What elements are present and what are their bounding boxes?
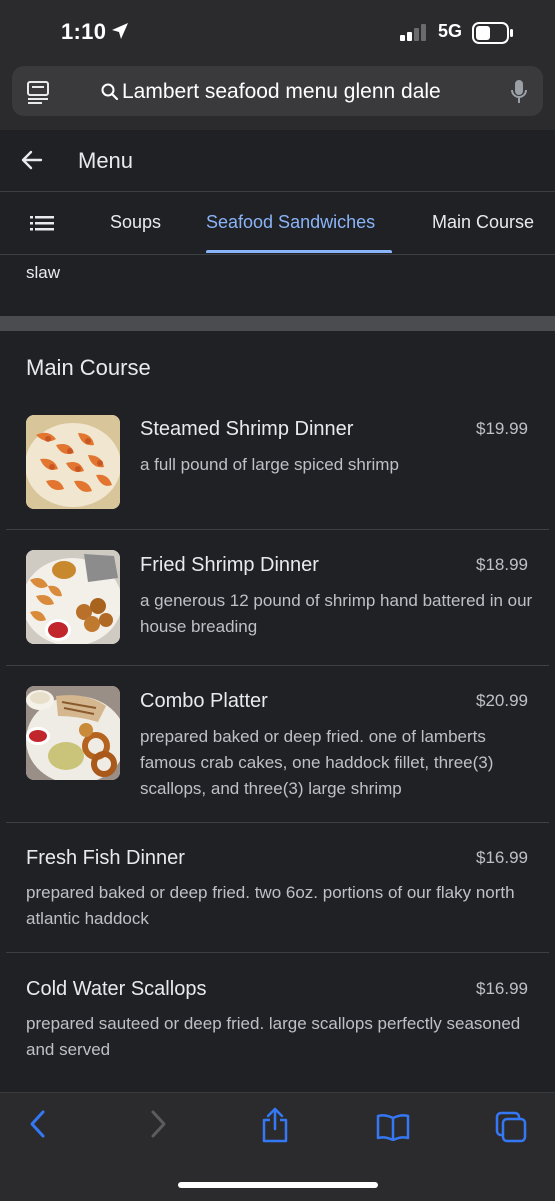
network-label: 5G (438, 21, 463, 41)
item-name: Fresh Fish Dinner (26, 847, 185, 869)
url-text[interactable]: Lambert seafood menu glenn dale (122, 80, 441, 104)
browser-forward-icon[interactable] (148, 1109, 168, 1139)
browser-back-icon[interactable] (28, 1109, 48, 1139)
item-description: prepared sauteed or deep fried. large sc… (26, 1014, 521, 1059)
status-bar: 1:10 5G (0, 0, 555, 62)
item-name: Cold Water Scallops (26, 978, 207, 1000)
section-divider (0, 316, 555, 331)
share-icon[interactable] (260, 1107, 290, 1143)
item-name: Fried Shrimp Dinner (140, 554, 319, 576)
location-arrow-icon (112, 23, 128, 39)
item-description: prepared baked or deep fried. one of lam… (140, 727, 494, 798)
item-separator (6, 952, 549, 953)
item-separator (6, 529, 549, 530)
reader-icon[interactable] (26, 80, 50, 104)
list-icon[interactable] (30, 214, 54, 232)
item-separator (6, 665, 549, 666)
back-arrow-icon[interactable] (20, 148, 44, 172)
item-price: $18.99 (476, 555, 528, 574)
menu-tabs: Soups Seafood Sandwiches Main Course (0, 192, 555, 255)
home-indicator (178, 1182, 378, 1188)
tab-soups[interactable]: Soups (110, 212, 161, 233)
active-tab-indicator (206, 250, 392, 253)
item-name: Combo Platter (140, 690, 268, 712)
item-description: a generous 12 pound of shrimp hand batte… (140, 591, 533, 636)
menu-header: Menu (0, 130, 555, 192)
item-photo (26, 550, 120, 644)
item-separator (6, 822, 549, 823)
bookmarks-icon[interactable] (376, 1113, 410, 1141)
tabs-icon[interactable] (495, 1111, 527, 1143)
previous-item-description: slaw (26, 263, 61, 282)
item-name: Steamed Shrimp Dinner (140, 418, 354, 440)
item-price: $16.99 (476, 979, 528, 998)
address-bar[interactable]: Lambert seafood menu glenn dale (12, 66, 543, 116)
search-icon (101, 83, 119, 101)
page-title: Menu (78, 148, 134, 173)
item-description: a full pound of large spiced shrimp (140, 455, 399, 474)
tab-main-course[interactable]: Main Course (432, 212, 534, 233)
signal-icon (400, 24, 426, 41)
tab-seafood-sandwiches[interactable]: Seafood Sandwiches (206, 212, 375, 233)
item-price: $16.99 (476, 848, 528, 867)
item-description: prepared baked or deep fried. two 6oz. p… (26, 883, 515, 928)
status-time: 1:10 (61, 19, 107, 44)
section-title: Main Course (26, 355, 151, 380)
item-price: $19.99 (476, 419, 528, 438)
mic-icon[interactable] (510, 79, 528, 105)
item-photo (26, 686, 120, 780)
item-photo (26, 415, 120, 509)
item-price: $20.99 (476, 691, 528, 710)
battery-icon (472, 22, 513, 44)
browser-address-area: Lambert seafood menu glenn dale (0, 62, 555, 130)
